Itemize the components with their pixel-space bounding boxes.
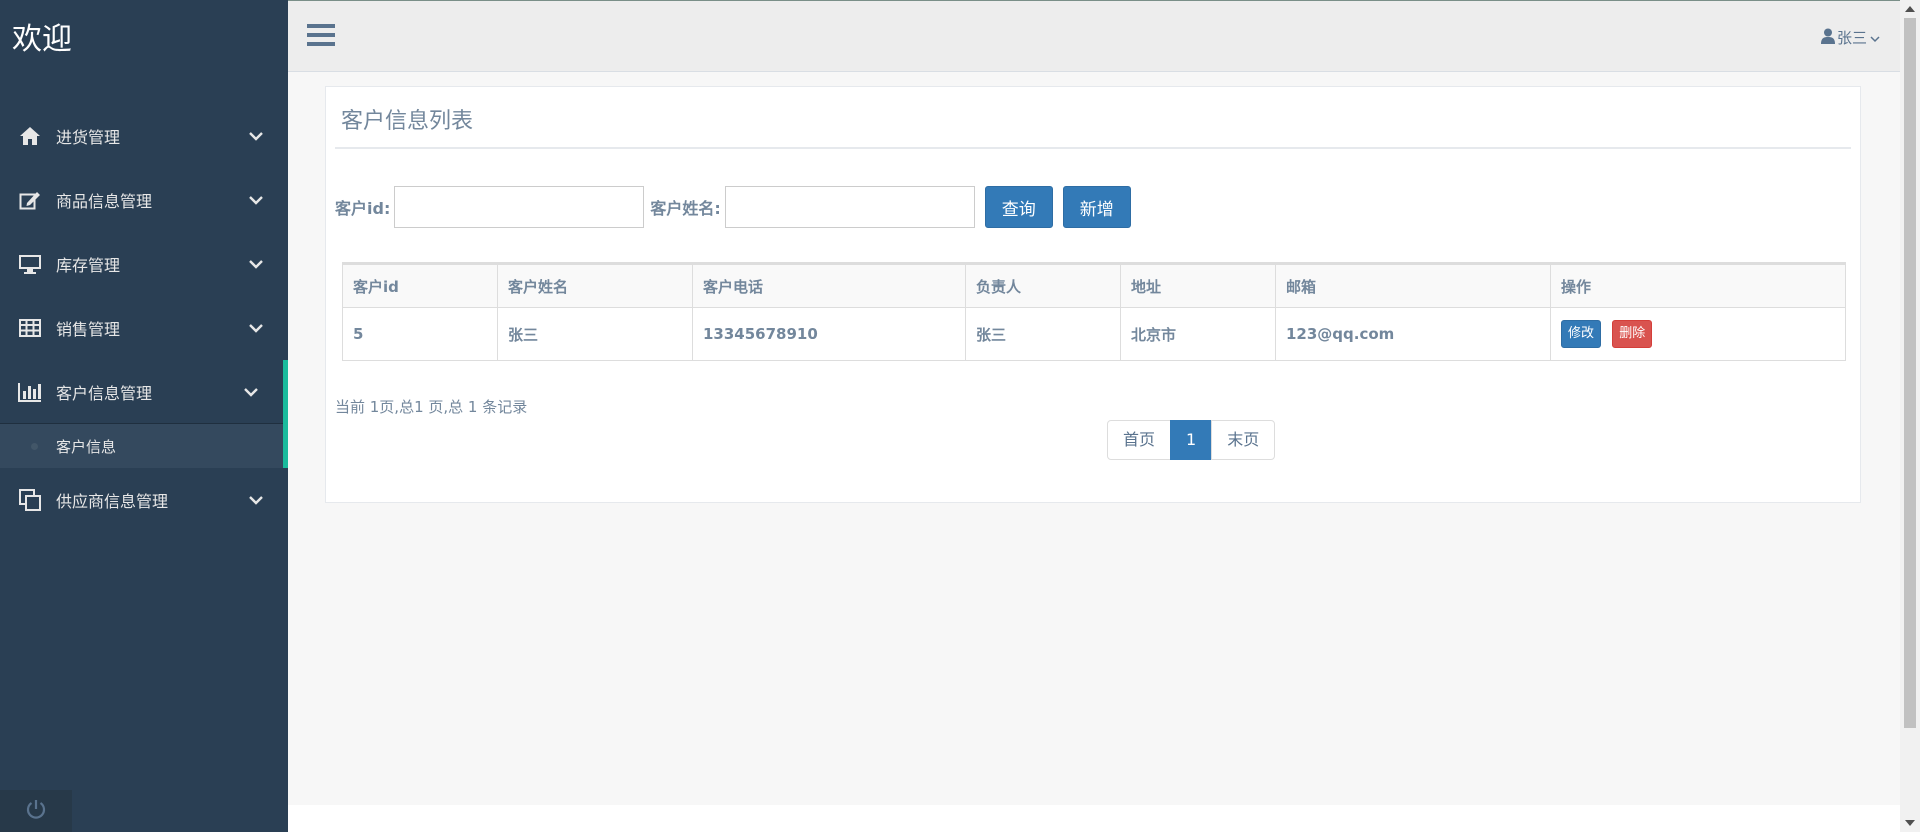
cell-address: 北京市 xyxy=(1120,307,1276,361)
last-page-link[interactable]: 末页 xyxy=(1211,420,1276,460)
app-root: 欢迎 进货管理 商品信息管理 库存管理 销售管理 客户信息管理 客户信息 供应商… xyxy=(0,0,1920,832)
desktop-icon xyxy=(18,252,42,276)
cell-email: 123@qq.com xyxy=(1275,307,1551,361)
bar-chart-icon xyxy=(18,380,42,404)
sidebar-item-label: 销售管理 xyxy=(56,320,121,339)
cell-id: 5 xyxy=(342,307,498,361)
edit-button[interactable]: 修改 xyxy=(1561,320,1602,348)
sidebar-subitem-customer-info[interactable]: 客户信息 xyxy=(0,424,283,468)
table-row: 5 张三 13345678910 张三 北京市 123@qq.com 修改 删除 xyxy=(342,307,1846,361)
add-button[interactable]: 新增 xyxy=(1062,186,1131,228)
scroll-up-arrow-icon[interactable] xyxy=(1905,6,1915,12)
logout-button[interactable] xyxy=(0,790,72,832)
sidebar-item-customers[interactable]: 客户信息管理 xyxy=(0,360,288,424)
col-header-id: 客户id xyxy=(342,263,498,308)
cell-actions: 修改 删除 xyxy=(1550,307,1846,361)
sidebar-submenu-customers: 客户信息 xyxy=(0,424,288,468)
page-title: 客户信息列表 xyxy=(341,109,474,134)
pagination: 首页 1 末页 xyxy=(1107,420,1276,460)
sidebar-item-sales[interactable]: 销售管理 xyxy=(0,296,288,360)
first-page-link[interactable]: 首页 xyxy=(1107,420,1172,460)
customer-name-input[interactable] xyxy=(724,186,975,228)
col-header-name: 客户姓名 xyxy=(497,263,693,308)
cell-name: 张三 xyxy=(497,307,693,361)
sidebar-item-label: 进货管理 xyxy=(56,128,121,147)
sidebar-item-label: 库存管理 xyxy=(56,256,121,275)
sidebar-item-label: 客户信息管理 xyxy=(56,384,153,403)
chevron-down-icon xyxy=(248,320,264,336)
col-header-manager: 负责人 xyxy=(965,263,1121,308)
cell-manager: 张三 xyxy=(965,307,1121,361)
scrollbar-thumb[interactable] xyxy=(1904,18,1916,728)
chevron-down-icon xyxy=(243,384,259,400)
footer xyxy=(288,805,1900,832)
title-divider xyxy=(335,147,1851,149)
col-header-actions: 操作 xyxy=(1550,263,1846,308)
sidebar-item-label: 供应商信息管理 xyxy=(56,492,169,511)
table-body: 5 张三 13345678910 张三 北京市 123@qq.com 修改 删除 xyxy=(342,307,1846,361)
query-button[interactable]: 查询 xyxy=(984,186,1053,228)
sidebar-item-goods[interactable]: 商品信息管理 xyxy=(0,168,288,232)
chevron-down-icon xyxy=(248,128,264,144)
customer-table: 客户id 客户姓名 客户电话 负责人 地址 邮箱 操作 5 张三 1334567… xyxy=(342,262,1846,361)
sidebar-subitem-label: 客户信息 xyxy=(56,437,117,456)
vertical-scrollbar[interactable] xyxy=(1900,0,1920,832)
col-header-address: 地址 xyxy=(1120,263,1276,308)
user-name: 张三 xyxy=(1836,29,1867,47)
customer-id-label: 客户id: xyxy=(335,199,391,218)
user-dropdown[interactable]: 张三 xyxy=(1820,27,1880,48)
sidebar: 欢迎 进货管理 商品信息管理 库存管理 销售管理 客户信息管理 客户信息 供应商… xyxy=(0,0,288,832)
current-page-link[interactable]: 1 xyxy=(1170,420,1213,460)
cell-phone: 13345678910 xyxy=(692,307,966,361)
hamburger-icon xyxy=(306,24,336,53)
power-icon xyxy=(25,798,47,824)
user-icon xyxy=(1820,28,1835,48)
delete-button[interactable]: 删除 xyxy=(1612,320,1653,348)
sidebar-menu: 进货管理 商品信息管理 库存管理 销售管理 客户信息管理 客户信息 供应商信息管… xyxy=(0,104,288,532)
sidebar-item-suppliers[interactable]: 供应商信息管理 xyxy=(0,468,288,532)
home-icon xyxy=(18,124,42,148)
bullet-dot-icon xyxy=(31,443,38,450)
scroll-down-arrow-icon[interactable] xyxy=(1905,820,1915,826)
customer-list-panel: 客户信息列表 客户id: 客户姓名: 查询 新增 客户id 客户姓名 客户电话 … xyxy=(325,86,1861,503)
search-form: 客户id: 客户姓名: 查询 新增 xyxy=(335,185,1137,229)
edit-icon xyxy=(18,188,42,212)
customer-name-label: 客户姓名: xyxy=(650,199,721,218)
table-header-row: 客户id 客户姓名 客户电话 负责人 地址 邮箱 操作 xyxy=(342,263,1846,308)
record-summary: 当前 1页,总1 页,总 1 条记录 xyxy=(335,398,528,416)
brand-title: 欢迎 xyxy=(12,22,72,57)
customer-id-input[interactable] xyxy=(394,186,645,228)
table-icon xyxy=(18,316,42,340)
chevron-down-icon xyxy=(248,256,264,272)
sidebar-item-purchase[interactable]: 进货管理 xyxy=(0,104,288,168)
sidebar-item-label: 商品信息管理 xyxy=(56,192,153,211)
table-header: 客户id 客户姓名 客户电话 负责人 地址 邮箱 操作 xyxy=(342,263,1846,308)
menu-toggle-button[interactable] xyxy=(306,21,336,51)
top-navbar: 张三 xyxy=(288,0,1900,72)
col-header-phone: 客户电话 xyxy=(692,263,966,308)
clone-icon xyxy=(18,488,42,512)
col-header-email: 邮箱 xyxy=(1275,263,1551,308)
chevron-down-icon xyxy=(248,192,264,208)
chevron-down-icon xyxy=(1870,29,1880,47)
main-content: 客户信息列表 客户id: 客户姓名: 查询 新增 客户id 客户姓名 客户电话 … xyxy=(288,72,1900,805)
chevron-down-icon xyxy=(248,492,264,508)
sidebar-item-inventory[interactable]: 库存管理 xyxy=(0,232,288,296)
